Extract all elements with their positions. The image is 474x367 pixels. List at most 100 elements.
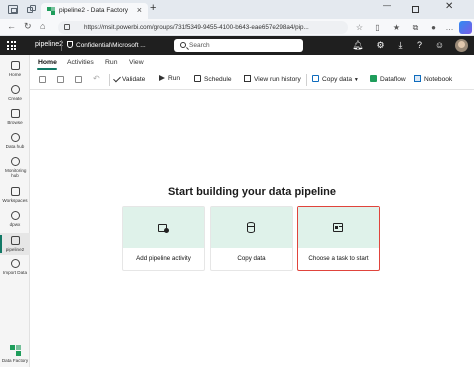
dataflow-icon — [370, 75, 377, 82]
copy-data-label: Copy data — [322, 76, 353, 83]
nav-item-create[interactable]: Create — [0, 85, 30, 101]
new-tab-icon[interactable]: + — [150, 2, 156, 14]
nav-item-workspaces[interactable]: Workspaces — [0, 187, 30, 203]
workspace-icon — [10, 211, 20, 220]
tab-activities[interactable]: Activities — [67, 59, 94, 66]
help-icon[interactable]: ? — [414, 40, 425, 51]
pipeline-canvas[interactable]: Start building your data pipeline Add pi… — [30, 90, 474, 367]
split-screen-icon[interactable]: ▯ — [373, 23, 382, 32]
nav-item-import-data[interactable]: Import Data — [0, 259, 30, 275]
card-label: Copy data — [237, 255, 266, 262]
toolbar-separator — [109, 74, 110, 86]
tab-home[interactable]: Home — [38, 59, 57, 66]
notifications-icon[interactable]: 🔔︎ — [352, 40, 363, 51]
card-label: Add pipeline activity — [136, 255, 191, 262]
close-tab-icon[interactable]: × — [137, 5, 142, 15]
monitoring-icon — [10, 157, 20, 166]
save-icon[interactable] — [39, 76, 46, 83]
import-data-icon — [10, 259, 20, 268]
data-factory-logo-icon — [9, 345, 21, 356]
page-title: Start building your data pipeline — [167, 186, 337, 198]
url-field[interactable]: https://msit.powerbi.com/groups/731f5349… — [58, 21, 348, 34]
nav-label: dpwx — [9, 222, 21, 227]
window-close-icon[interactable]: ✕ — [445, 1, 453, 12]
browser-menu-icon[interactable]: … — [445, 23, 454, 32]
browse-icon — [10, 109, 20, 118]
copy-data-icon — [245, 222, 257, 234]
validate-label: Validate — [122, 76, 146, 83]
nav-label: pipeline2 — [5, 247, 25, 252]
notebook-label: Notebook — [424, 76, 453, 83]
maximize-icon[interactable] — [412, 6, 419, 13]
checkmark-icon — [113, 74, 121, 83]
left-nav: Home Create Browse Data hub Monitoring h… — [0, 55, 30, 367]
nav-item-monitoring-hub[interactable]: Monitoring hub — [0, 157, 30, 178]
profile-icon[interactable]: ● — [429, 23, 438, 32]
add-pipeline-activity-card[interactable]: Add pipeline activity — [122, 206, 205, 271]
toolbar-separator — [306, 74, 307, 86]
copilot-icon[interactable] — [459, 21, 472, 34]
nav-item-home[interactable]: Home — [0, 61, 30, 77]
lock-icon — [64, 24, 70, 30]
calendar-icon — [194, 75, 201, 82]
run-label: Run — [168, 75, 181, 82]
dataflow-label: Dataflow — [380, 76, 406, 83]
app-header: pipeline2 Confidential\Microsoft ... Sea… — [0, 36, 474, 55]
refresh-icon[interactable]: ↻ — [24, 21, 32, 32]
play-icon — [159, 75, 165, 81]
task-template-icon — [332, 222, 344, 234]
nav-label: Browse — [7, 120, 23, 125]
app-launcher-icon[interactable] — [7, 41, 16, 50]
item-name[interactable]: pipeline2 — [35, 41, 63, 48]
nav-label: Data hub — [5, 144, 25, 149]
layout-icon[interactable] — [75, 76, 82, 83]
feedback-icon[interactable]: ☺ — [434, 40, 445, 51]
browser-tab-title: pipeline2 - Data Factory — [59, 7, 129, 14]
nav-label: Monitoring hub — [5, 168, 27, 178]
home-browser-icon[interactable]: ⌂ — [40, 21, 45, 31]
nav-item-browse[interactable]: Browse — [0, 109, 30, 125]
tab-run[interactable]: Run — [105, 59, 117, 66]
sensitivity-text: Confidential\Microsoft ... — [76, 42, 146, 49]
nav-item-pipeline[interactable]: pipeline2 — [0, 233, 30, 255]
view-run-history-label: View run history — [254, 76, 301, 83]
copy-data-dropdown[interactable]: Copy data ▼ — [312, 75, 359, 83]
browser-tab-bar: pipeline2 - Data Factory × + — ✕ — [0, 0, 474, 19]
favorites-icon[interactable]: ★ — [392, 23, 401, 32]
home-icon — [10, 61, 20, 70]
collections-icon[interactable]: ⧉ — [411, 23, 420, 32]
card-header — [298, 207, 379, 248]
window-menu-icon[interactable] — [8, 5, 18, 14]
ribbon-tabs: Home Activities Run View — [30, 55, 474, 70]
choose-task-card[interactable]: Choose a task to start — [297, 206, 380, 271]
nav-item-workspace[interactable]: dpwx — [0, 211, 30, 227]
avatar[interactable] — [455, 39, 468, 52]
notebook-button[interactable]: Notebook — [414, 75, 452, 83]
view-run-history-button[interactable]: View run history — [244, 75, 301, 83]
copy-data-card[interactable]: Copy data — [210, 206, 293, 271]
settings-gear-icon[interactable]: ⚙ — [375, 40, 386, 51]
address-bar-row: ← ↻ ⌂ https://msit.powerbi.com/groups/73… — [0, 19, 474, 36]
tab-view[interactable]: View — [129, 59, 144, 66]
undo-icon[interactable]: ↶ — [93, 74, 100, 83]
validate-button[interactable]: Validate — [113, 74, 146, 83]
workspaces-icon — [10, 187, 20, 196]
schedule-button[interactable]: Schedule — [194, 75, 232, 83]
add-activity-icon — [157, 222, 169, 234]
sensitivity-label[interactable]: Confidential\Microsoft ... — [67, 41, 146, 49]
search-input[interactable]: Search — [174, 39, 303, 52]
download-icon[interactable]: ⤓ — [395, 40, 406, 51]
settings-icon[interactable] — [57, 76, 64, 83]
nav-item-data-hub[interactable]: Data hub — [0, 133, 30, 149]
dataflow-button[interactable]: Dataflow — [370, 75, 406, 83]
run-history-icon — [244, 75, 251, 82]
minimize-icon[interactable]: — — [383, 1, 391, 10]
tab-actions-icon[interactable] — [27, 5, 37, 14]
favorite-star-icon[interactable]: ☆ — [355, 23, 364, 32]
search-icon — [180, 42, 186, 48]
notebook-icon — [414, 75, 421, 82]
run-button[interactable]: Run — [159, 75, 180, 82]
app-switcher-data-factory[interactable]: Data Factory — [0, 345, 30, 363]
browser-tab[interactable]: pipeline2 - Data Factory × — [41, 3, 148, 19]
back-icon[interactable]: ← — [7, 21, 16, 31]
